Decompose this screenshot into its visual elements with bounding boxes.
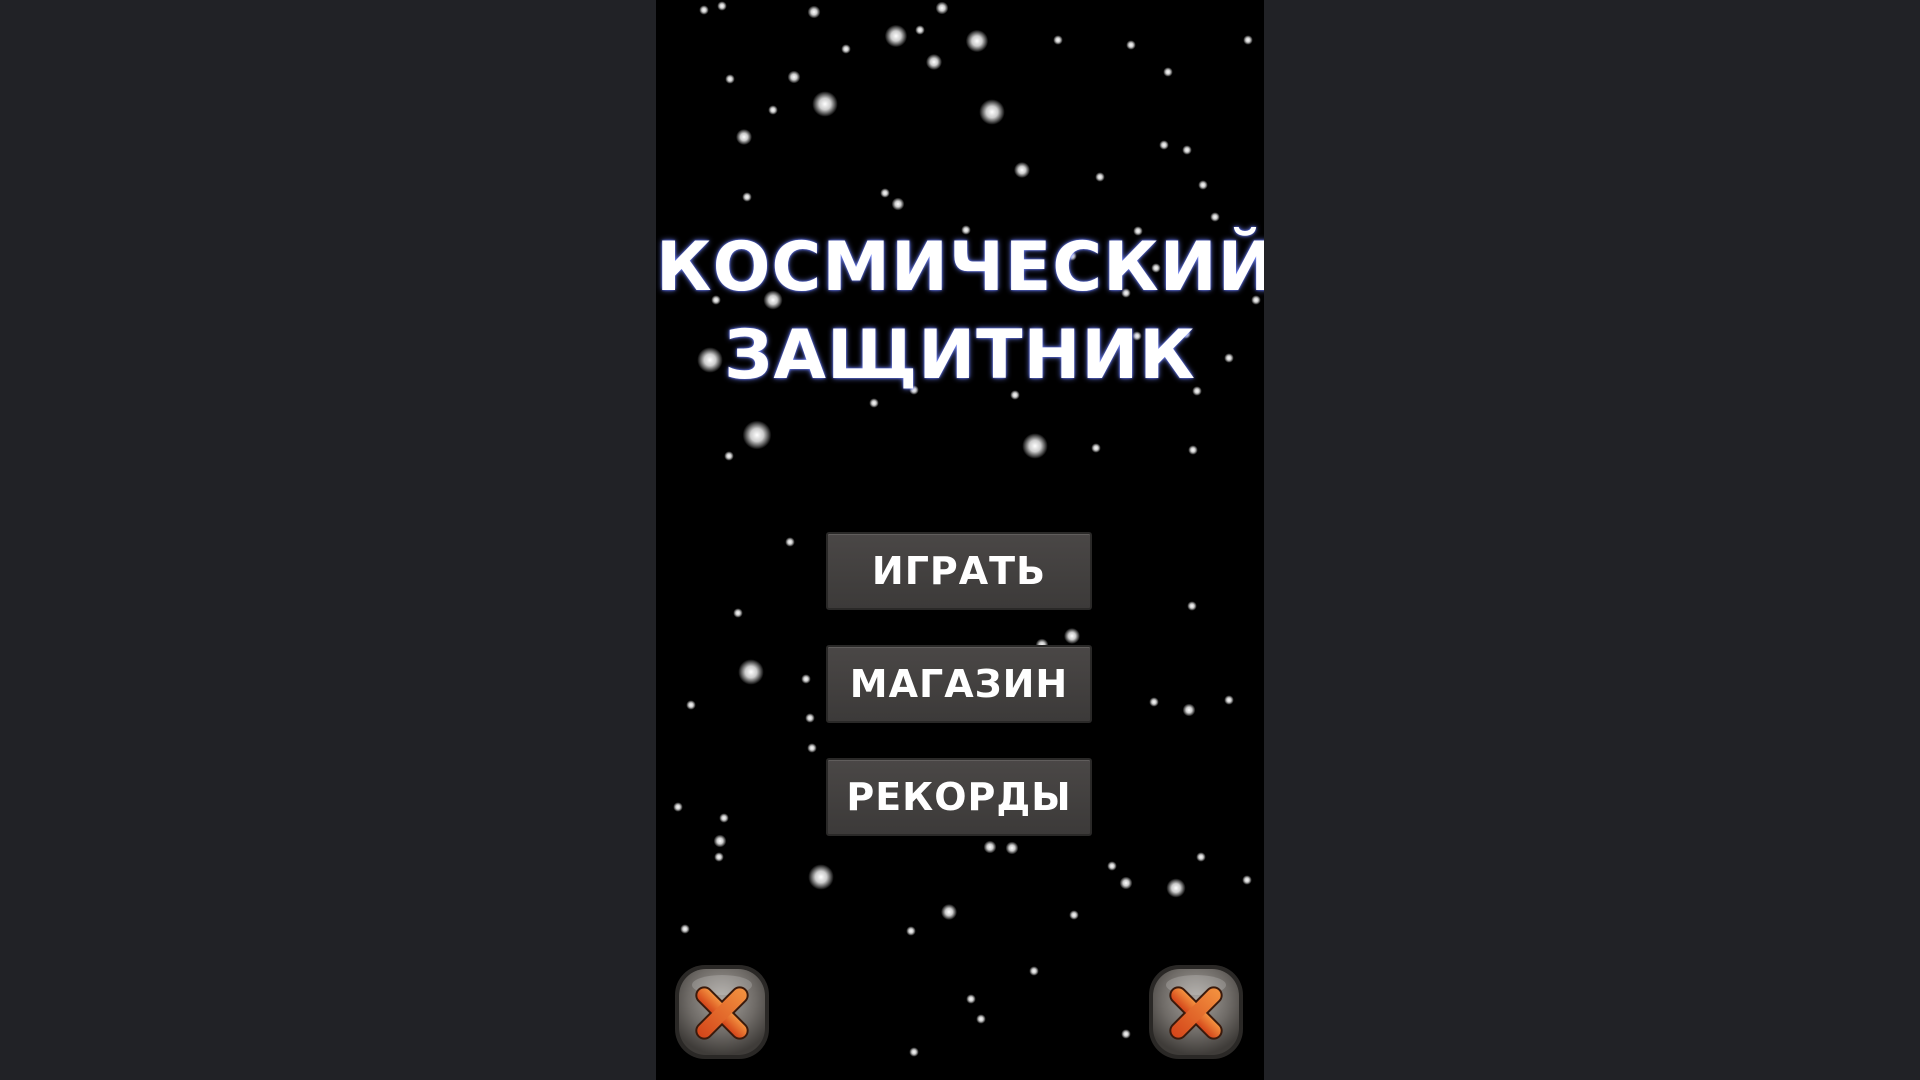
star bbox=[909, 1047, 919, 1057]
star bbox=[1014, 162, 1030, 178]
close-button-right[interactable] bbox=[1145, 961, 1247, 1063]
star bbox=[1224, 695, 1234, 705]
star bbox=[1166, 878, 1186, 898]
star bbox=[673, 802, 683, 812]
star bbox=[1163, 67, 1173, 77]
star bbox=[1091, 443, 1101, 453]
star bbox=[805, 713, 815, 723]
play-button[interactable]: ИГРАТЬ bbox=[826, 532, 1092, 610]
star bbox=[742, 420, 772, 450]
star bbox=[1188, 445, 1198, 455]
star bbox=[915, 25, 925, 35]
records-button-label: РЕКОРДЫ bbox=[846, 775, 1072, 819]
star bbox=[736, 129, 752, 145]
star bbox=[1182, 145, 1192, 155]
star bbox=[926, 54, 942, 70]
star bbox=[785, 537, 795, 547]
star bbox=[768, 105, 778, 115]
star bbox=[1159, 140, 1169, 150]
play-button-label: ИГРАТЬ bbox=[871, 549, 1047, 593]
close-icon bbox=[1149, 965, 1243, 1059]
star bbox=[1126, 40, 1136, 50]
star bbox=[1182, 703, 1196, 717]
close-icon bbox=[675, 965, 769, 1059]
star bbox=[906, 926, 916, 936]
star bbox=[1196, 852, 1206, 862]
shop-button-label: МАГАЗИН bbox=[849, 662, 1069, 706]
star bbox=[979, 99, 1005, 125]
star bbox=[1005, 841, 1019, 855]
star bbox=[738, 659, 764, 685]
star bbox=[812, 91, 838, 117]
star bbox=[880, 188, 890, 198]
star bbox=[966, 994, 976, 1004]
close-button-left[interactable] bbox=[671, 961, 773, 1063]
star bbox=[713, 834, 727, 848]
star bbox=[1053, 35, 1063, 45]
star bbox=[733, 608, 743, 618]
star bbox=[1187, 601, 1197, 611]
star bbox=[807, 5, 821, 19]
star bbox=[725, 74, 735, 84]
star bbox=[1243, 35, 1253, 45]
star bbox=[941, 904, 957, 920]
star bbox=[717, 1, 727, 11]
star bbox=[1119, 876, 1133, 890]
star bbox=[1121, 1029, 1131, 1039]
star bbox=[1107, 861, 1117, 871]
star bbox=[1095, 172, 1105, 182]
star bbox=[1149, 697, 1159, 707]
star bbox=[869, 398, 879, 408]
shop-button[interactable]: МАГАЗИН bbox=[826, 645, 1092, 723]
star bbox=[976, 1014, 986, 1024]
star bbox=[1242, 875, 1252, 885]
star bbox=[808, 864, 834, 890]
star bbox=[1198, 180, 1208, 190]
star bbox=[807, 743, 817, 753]
star bbox=[935, 1, 949, 15]
game-title-line-1: КОСМИЧЕСКИЙ bbox=[656, 228, 1264, 307]
star bbox=[724, 451, 734, 461]
star bbox=[787, 70, 801, 84]
star bbox=[884, 24, 908, 48]
star bbox=[841, 44, 851, 54]
star bbox=[680, 924, 690, 934]
star bbox=[1210, 212, 1220, 222]
star bbox=[1069, 910, 1079, 920]
star bbox=[801, 674, 811, 684]
records-button[interactable]: РЕКОРДЫ bbox=[826, 758, 1092, 836]
star bbox=[891, 197, 905, 211]
star bbox=[965, 29, 989, 53]
star bbox=[1022, 433, 1048, 459]
star bbox=[686, 700, 696, 710]
star bbox=[1029, 966, 1039, 976]
star bbox=[1064, 628, 1080, 644]
star bbox=[983, 840, 997, 854]
game-screen: КОСМИЧЕСКИЙ ЗАЩИТНИК ИГРАТЬ МАГАЗИН РЕКО… bbox=[656, 0, 1264, 1080]
game-title-line-2: ЗАЩИТНИК bbox=[724, 316, 1196, 395]
star bbox=[699, 5, 709, 15]
star bbox=[714, 852, 724, 862]
star bbox=[742, 192, 752, 202]
star bbox=[719, 813, 729, 823]
